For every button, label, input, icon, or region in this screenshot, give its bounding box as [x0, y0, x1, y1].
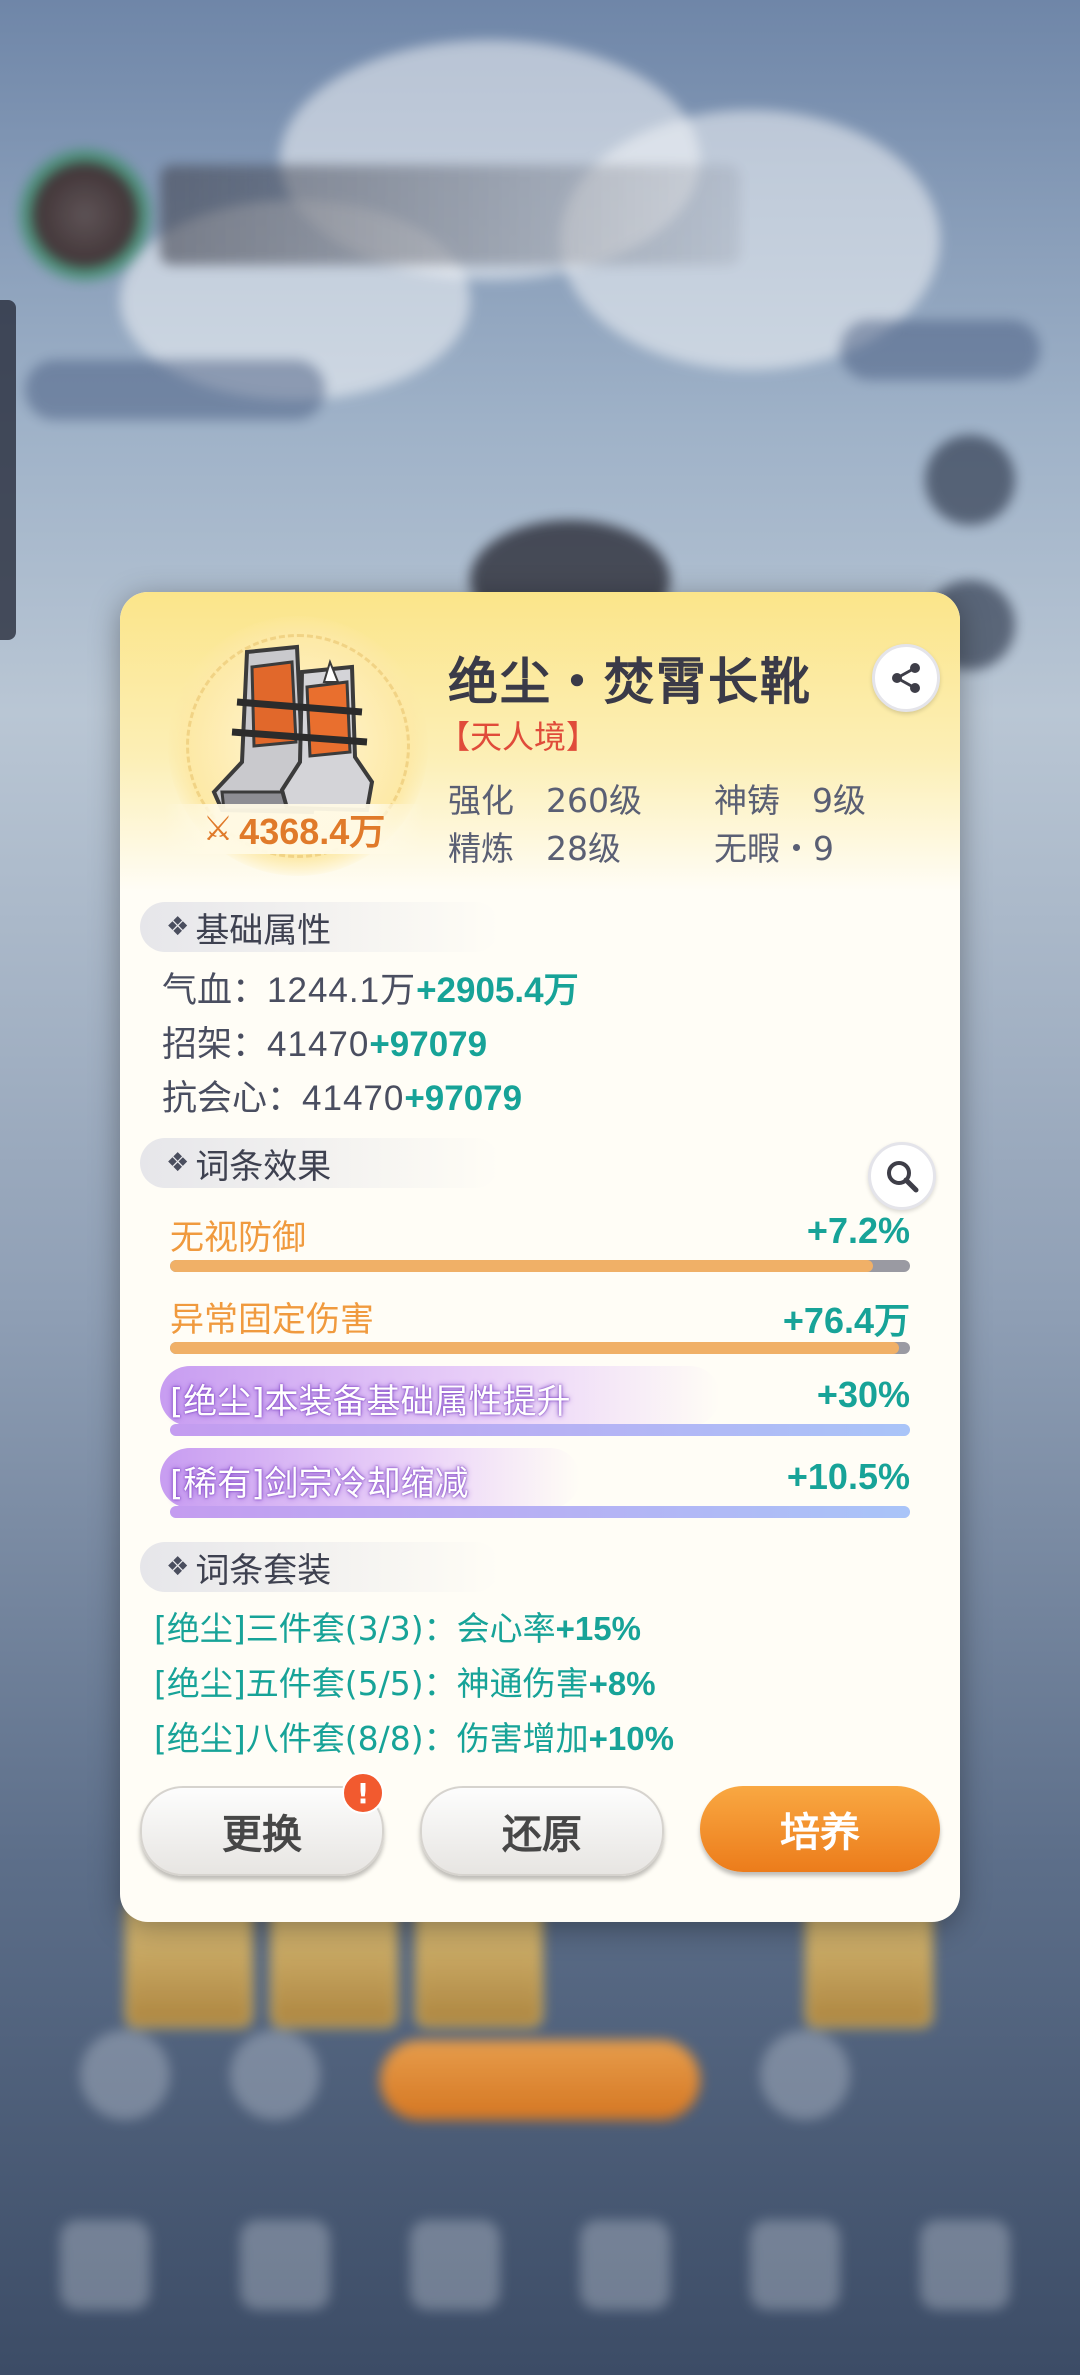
combat-power-value: 4368.4万: [239, 811, 386, 852]
stat-flawless: 无暇・9: [714, 829, 834, 868]
cultivate-button[interactable]: 培养: [700, 1786, 940, 1872]
effect-row: [绝尘]本装备基础属性提升 +30%: [160, 1366, 910, 1436]
section-base-attributes: ❖ 基础属性: [140, 902, 500, 952]
section-sets: ❖ 词条套装: [140, 1542, 500, 1592]
share-icon: [892, 663, 920, 693]
effect-bar: [170, 1506, 910, 1518]
diamond-bullet-icon: ❖: [166, 912, 190, 942]
effects-search-button[interactable]: [868, 1142, 936, 1210]
notification-badge: !: [342, 1772, 384, 1814]
item-realm: 【天人境】: [438, 718, 599, 756]
effect-row: 异常固定伤害 +76.4万: [170, 1292, 910, 1354]
item-name: 绝尘・焚霄长靴: [448, 653, 812, 711]
share-button[interactable]: [872, 644, 940, 712]
stat-forge: 神铸 9级: [714, 781, 866, 820]
stat-refine: 精炼 28级: [448, 829, 621, 868]
attr-crit-resist: 抗会心：41470+97079: [162, 1079, 523, 1119]
effect-row: 无视防御 +7.2%: [170, 1210, 910, 1272]
effect-bar: [170, 1424, 910, 1436]
attr-parry: 招架：41470+97079: [162, 1025, 488, 1065]
effect-bar: [170, 1342, 910, 1354]
side-drawer-handle[interactable]: [0, 300, 16, 640]
diamond-bullet-icon: ❖: [166, 1148, 190, 1178]
set-bonus-line: [绝尘]三件套(3/3)：会心率+15%: [154, 1609, 641, 1648]
equipment-detail-dialog: ⚔ 4368.4万 绝尘・焚霄长靴 【天人境】 强化 260级 神铸 9级 精炼 28…: [120, 592, 960, 1922]
diamond-bullet-icon: ❖: [166, 1552, 190, 1582]
combat-power: ⚔ 4368.4万: [164, 804, 424, 854]
sword-power-icon: ⚔: [202, 809, 234, 849]
effect-bar: [170, 1260, 910, 1272]
boots-icon: [211, 644, 375, 815]
stat-enhance: 强化 260级: [448, 781, 642, 820]
set-bonus-line: [绝尘]八件套(8/8)：伤害增加+10%: [154, 1719, 674, 1758]
magnifier-icon: [887, 1161, 919, 1193]
bg-profile: [20, 150, 750, 280]
attr-hp: 气血：1244.1万+2905.4万: [162, 971, 579, 1011]
effect-row: [稀有]剑宗冷却缩减 +10.5%: [160, 1448, 910, 1518]
section-effects: ❖ 词条效果: [140, 1138, 500, 1188]
restore-button[interactable]: 还原: [420, 1786, 664, 1876]
set-bonus-line: [绝尘]五件套(5/5)：神通伤害+8%: [154, 1664, 656, 1703]
